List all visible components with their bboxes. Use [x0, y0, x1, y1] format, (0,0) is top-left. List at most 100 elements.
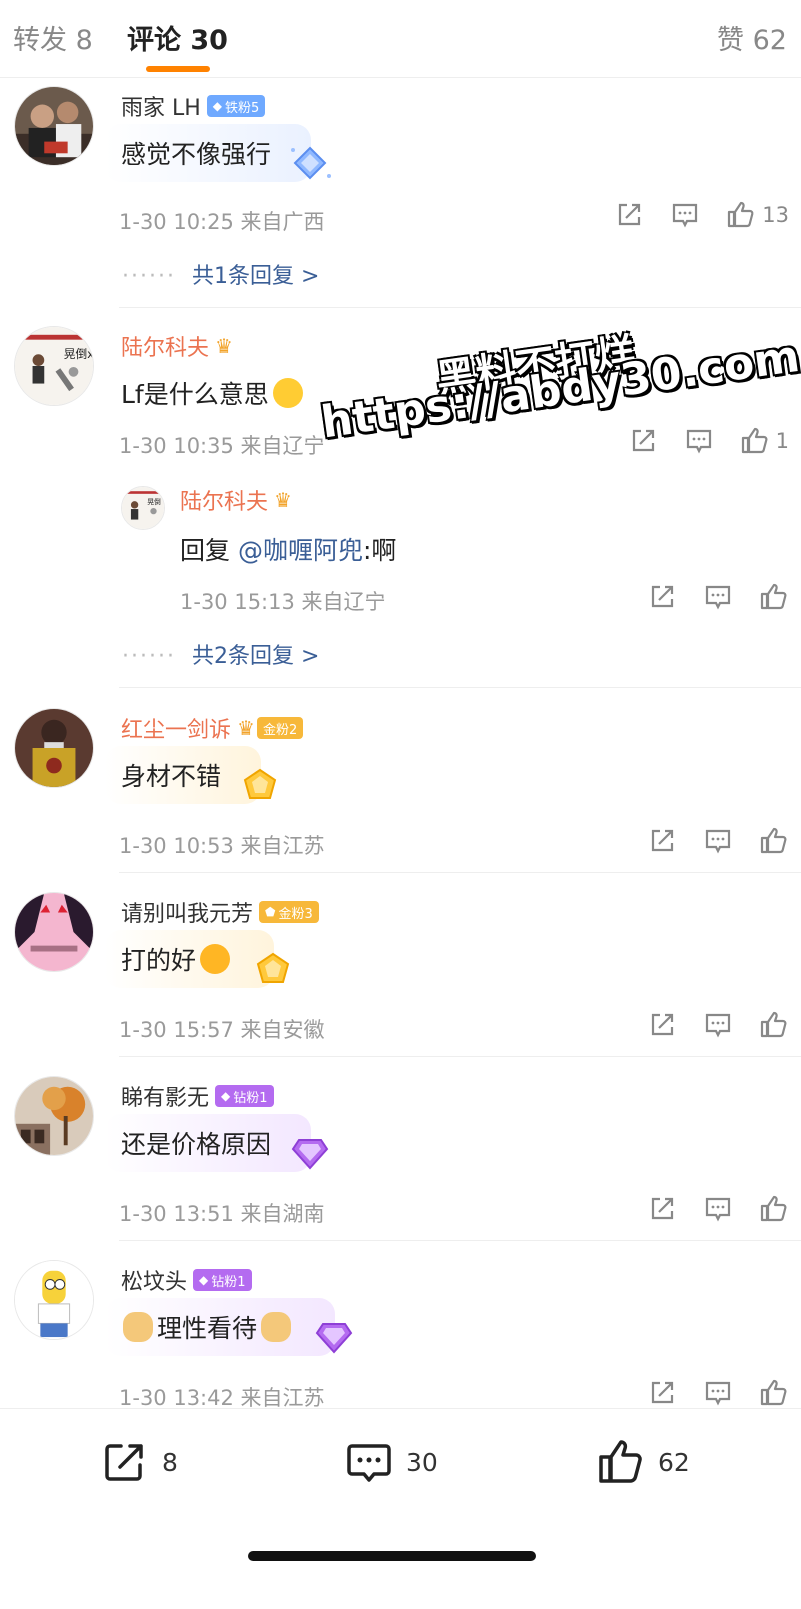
gem-icon: ◆ [199, 1273, 209, 1287]
comment-icon [705, 1197, 731, 1222]
username[interactable]: 陆尔科夫 [121, 330, 209, 362]
view-replies-link[interactable]: ······ 共2条回复 > [122, 638, 319, 670]
gem-icon [291, 146, 332, 180]
reply-avatar[interactable]: 晃倒 [121, 486, 165, 530]
repost-icon [619, 203, 641, 226]
repost-button[interactable] [647, 1378, 677, 1408]
fan-badge: ◆ 钻粉1 [215, 1085, 274, 1107]
repost-icon [651, 829, 674, 852]
repost-button[interactable] [647, 826, 677, 856]
comment-item: 请别叫我元芳 ⬟ 金粉3 打的好 1-30 15:57 来自安徽 [0, 892, 801, 1057]
comment-text: 理性看待 [157, 1314, 258, 1343]
svg-text:晃倒: 晃倒 [147, 497, 161, 506]
tab-repost[interactable]: 转发 8 [13, 18, 93, 57]
username[interactable]: 红尘一剑诉 [121, 712, 231, 744]
comment-item: 雨家 LH ◆ 铁粉5 感觉不像强行 1-30 10:25 来自广西 13 ···… [0, 86, 801, 308]
like-button[interactable]: 62 [596, 1437, 690, 1487]
username[interactable]: 雨家 LH [121, 90, 201, 122]
repost-button[interactable] [647, 582, 677, 612]
comment-icon [347, 1444, 391, 1482]
like-count: 13 [762, 203, 789, 227]
mention-link[interactable]: @咖喱阿兜 [238, 536, 363, 565]
comment-button[interactable]: 30 [344, 1437, 438, 1487]
comment-item: 红尘一剑诉 ♛ 金粉2 身材不错 1-30 10:53 来自江苏 [0, 708, 801, 873]
divider [119, 687, 801, 688]
comment-meta: 1-30 10:25 来自广西 [119, 210, 325, 234]
repost-icon [651, 585, 674, 608]
gem-icon [256, 952, 290, 983]
like-button[interactable] [759, 582, 789, 612]
username[interactable]: 睇有影无 [121, 1080, 209, 1112]
avatar[interactable] [14, 1260, 94, 1340]
comment-icon [705, 1381, 731, 1406]
fan-badge: ⬟ 金粉3 [259, 901, 319, 923]
repost-button[interactable] [628, 426, 658, 456]
comment-meta: 1-30 10:53 来自江苏 [119, 834, 325, 858]
like-button[interactable] [759, 826, 789, 856]
like-button[interactable]: 13 [726, 200, 789, 230]
comment-button[interactable] [703, 1378, 733, 1408]
repost-icon [632, 429, 654, 452]
repost-button[interactable] [647, 1010, 677, 1040]
like-button[interactable] [759, 1194, 789, 1224]
avatar[interactable]: 晃倒x2 [14, 326, 94, 406]
reply-username[interactable]: 陆尔科夫 [180, 484, 268, 516]
comment-button[interactable] [703, 826, 733, 856]
avatar[interactable] [14, 892, 94, 972]
comment-icon [705, 585, 731, 610]
heart-eyes-emoji [200, 944, 231, 974]
comment-text: 身材不错 [121, 762, 222, 791]
comment-tabs: 转发 8 评论 30 赞 62 [0, 0, 801, 78]
comment-text: 感觉不像强行 [121, 140, 272, 169]
gem-icon: ◆ [221, 1089, 231, 1103]
like-icon [760, 827, 787, 854]
like-icon [760, 1195, 787, 1222]
avatar[interactable] [14, 708, 94, 788]
fan-badge: ◆ 钻粉1 [193, 1269, 252, 1291]
gem-icon: ⬟ [265, 905, 276, 919]
comment-meta: 1-30 13:51 来自湖南 [119, 1202, 325, 1226]
comment-button[interactable] [670, 200, 700, 230]
tab-likes[interactable]: 赞 62 [717, 18, 787, 57]
username[interactable]: 松坟头 [121, 1264, 187, 1296]
crown-icon: ♛ [215, 334, 233, 358]
tab-comments[interactable]: 评论 30 [127, 18, 228, 57]
like-button[interactable]: 1 [740, 426, 789, 456]
home-indicator[interactable] [248, 1551, 536, 1561]
gem-icon [243, 768, 277, 799]
gem-icon [315, 1323, 353, 1354]
comment-icon [686, 429, 711, 454]
comment-button[interactable] [703, 1010, 733, 1040]
like-count: 62 [658, 1447, 690, 1477]
repost-button[interactable] [647, 1194, 677, 1224]
active-tab-indicator [146, 66, 210, 72]
reply-meta: 1-30 15:13 来自辽宁 [180, 590, 386, 614]
repost-button[interactable] [614, 200, 644, 230]
laugh-cry-emoji [272, 378, 303, 408]
crown-icon: ♛ [274, 488, 292, 512]
avatar[interactable] [14, 86, 94, 166]
like-icon [760, 583, 787, 610]
bottom-action-bar: 8 30 62 [0, 1408, 801, 1609]
comment-item: 睇有影无 ◆ 钻粉1 还是价格原因 1-30 13:51 来自湖南 [0, 1076, 801, 1241]
comment-meta: 1-30 10:35 来自辽宁 [119, 434, 325, 458]
fan-badge: ◆ 铁粉5 [206, 95, 266, 117]
like-button[interactable] [759, 1010, 789, 1040]
comment-icon [673, 203, 698, 228]
repost-icon [651, 1197, 674, 1220]
repost-button[interactable]: 8 [100, 1437, 178, 1487]
view-replies-link[interactable]: ······ 共1条回复 > [122, 258, 319, 290]
divider [119, 307, 801, 308]
reply-text: 回复 @咖喱阿兜:啊 [180, 536, 397, 565]
avatar[interactable] [14, 1076, 94, 1156]
username[interactable]: 请别叫我元芳 [121, 896, 253, 928]
comment-button[interactable] [703, 582, 733, 612]
comment-button[interactable] [684, 426, 714, 456]
like-icon [728, 201, 754, 228]
divider [119, 1240, 801, 1241]
comment-item: 松坟头 ◆ 钻粉1 理性看待 1-30 13:42 来自江苏 [0, 1260, 801, 1410]
comment-button[interactable] [703, 1194, 733, 1224]
like-button[interactable] [759, 1378, 789, 1408]
like-icon [760, 1011, 787, 1038]
comment-bubble: 还是价格原因 [105, 1114, 329, 1172]
